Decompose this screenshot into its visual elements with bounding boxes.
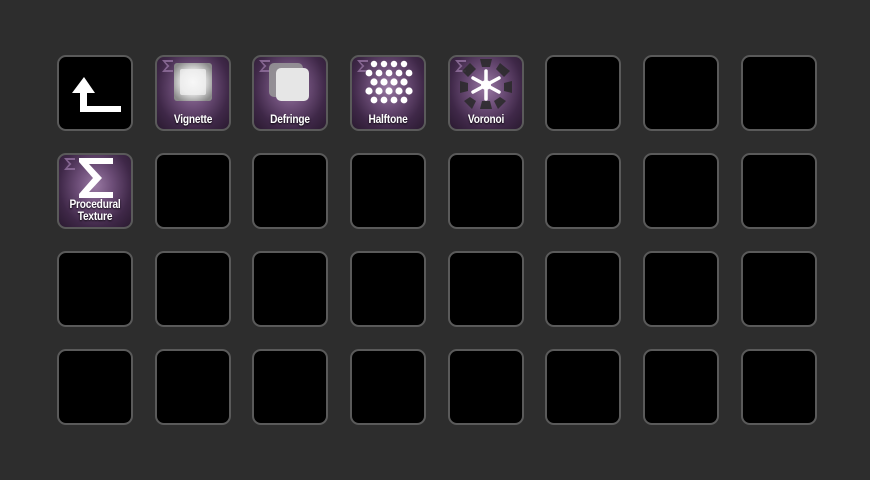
back-button[interactable]: [57, 55, 133, 131]
button-grid: Vignette Defringe Halftone Voronoi Proce…: [57, 55, 817, 425]
label-line-1: Procedural: [69, 199, 121, 211]
halftone-button[interactable]: Halftone: [350, 55, 427, 131]
empty-key[interactable]: [57, 349, 133, 425]
voronoi-button[interactable]: Voronoi: [447, 55, 524, 131]
empty-key[interactable]: [740, 251, 817, 327]
empty-key[interactable]: [252, 349, 329, 425]
halftone-label: Halftone: [368, 114, 408, 126]
empty-key[interactable]: [643, 153, 720, 229]
empty-key[interactable]: [740, 349, 817, 425]
empty-key[interactable]: [643, 251, 720, 327]
empty-key[interactable]: [154, 153, 231, 229]
procedural-texture-label: Procedural Texture: [63, 199, 126, 223]
empty-key[interactable]: [57, 251, 133, 327]
empty-key[interactable]: [447, 153, 524, 229]
defringe-label: Defringe: [270, 114, 311, 126]
empty-key[interactable]: [643, 349, 720, 425]
empty-key[interactable]: [154, 349, 231, 425]
empty-key[interactable]: [447, 251, 524, 327]
vignette-button[interactable]: Vignette: [154, 55, 231, 131]
procedural-texture-button[interactable]: Procedural Texture: [57, 153, 133, 229]
defringe-button[interactable]: Defringe: [252, 55, 329, 131]
empty-key[interactable]: [252, 251, 329, 327]
vignette-label: Vignette: [173, 114, 213, 126]
voronoi-label: Voronoi: [467, 114, 504, 126]
empty-key[interactable]: [740, 55, 817, 131]
empty-key[interactable]: [545, 55, 622, 131]
back-arrow-icon: [72, 77, 121, 112]
empty-key[interactable]: [740, 153, 817, 229]
empty-key[interactable]: [154, 251, 231, 327]
empty-key[interactable]: [545, 251, 622, 327]
empty-key[interactable]: [643, 55, 720, 131]
empty-key[interactable]: [350, 349, 427, 425]
label-line-2: Texture: [77, 211, 113, 223]
empty-key[interactable]: [545, 349, 622, 425]
empty-key[interactable]: [350, 153, 427, 229]
empty-key[interactable]: [447, 349, 524, 425]
empty-key[interactable]: [545, 153, 622, 229]
empty-key[interactable]: [350, 251, 427, 327]
empty-key[interactable]: [252, 153, 329, 229]
